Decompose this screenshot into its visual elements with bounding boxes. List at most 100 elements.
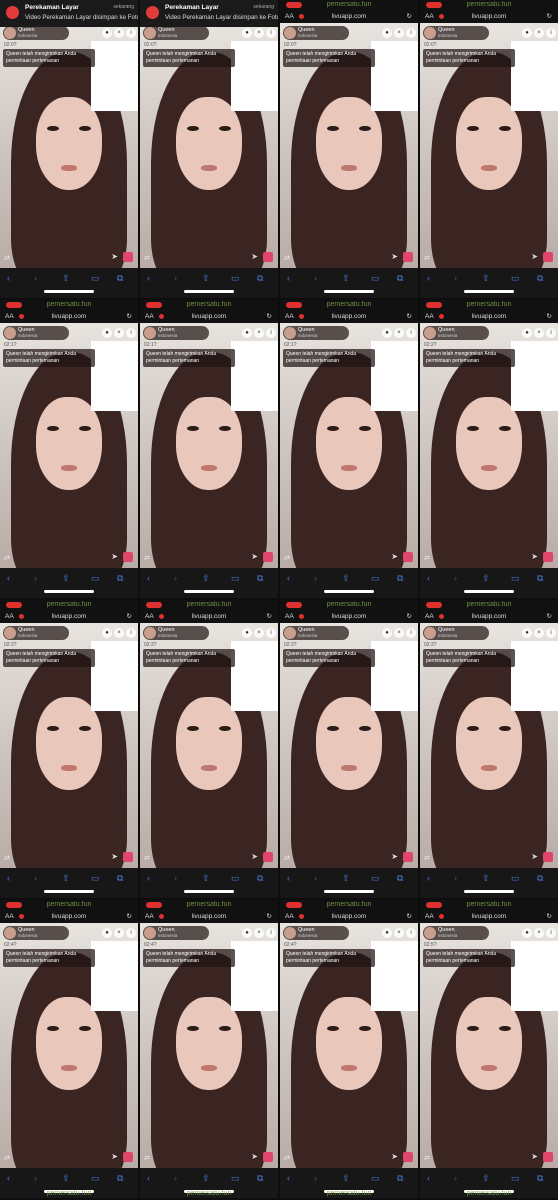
host-avatar[interactable] — [144, 927, 156, 939]
translate-icon[interactable]: ⇄ — [144, 1154, 150, 1162]
reload-icon[interactable]: ↻ — [547, 610, 552, 623]
book-icon[interactable]: ▭ — [371, 573, 380, 584]
host-info-pill[interactable]: Queen indonesia — [143, 626, 209, 640]
close-icon[interactable]: × — [534, 928, 544, 938]
close-icon[interactable]: × — [254, 328, 264, 338]
mic-icon[interactable]: ● — [382, 328, 392, 338]
book-icon[interactable]: ▭ — [511, 873, 520, 884]
tabs-icon[interactable]: ⧉ — [257, 573, 263, 584]
send-icon[interactable]: ➤ — [111, 1152, 118, 1161]
book-icon[interactable]: ▭ — [371, 873, 380, 884]
live-stream-view[interactable]: Queen indonesia ● × i 02:5? Queen telah … — [420, 923, 558, 1168]
host-info-pill[interactable]: Queen indonesia — [283, 626, 349, 640]
mic-icon[interactable]: ● — [242, 328, 252, 338]
tabs-icon[interactable]: ⧉ — [537, 1173, 543, 1184]
book-icon[interactable]: ▭ — [91, 273, 100, 284]
gift-icon[interactable] — [263, 552, 273, 562]
chevron-left-icon[interactable]: ‹ — [7, 1173, 10, 1183]
host-avatar[interactable] — [4, 27, 16, 39]
send-icon[interactable]: ➤ — [251, 852, 258, 861]
info-icon[interactable]: i — [546, 328, 556, 338]
book-icon[interactable]: ▭ — [371, 273, 380, 284]
info-icon[interactable]: i — [126, 928, 136, 938]
info-icon[interactable]: i — [266, 628, 276, 638]
chevron-right-icon[interactable]: › — [34, 1173, 37, 1183]
chevron-left-icon[interactable]: ‹ — [287, 573, 290, 583]
gift-icon[interactable] — [123, 852, 133, 862]
gift-icon[interactable] — [403, 252, 413, 262]
host-info-pill[interactable]: Queen indonesia — [423, 926, 489, 940]
share-icon[interactable]: ⇪ — [62, 573, 70, 584]
live-stream-view[interactable]: Queen indonesia ● × i 02:1? Queen telah … — [140, 323, 278, 568]
url-text[interactable]: livuapp.com — [280, 610, 418, 623]
tabs-icon[interactable]: ⧉ — [537, 573, 543, 584]
close-icon[interactable]: × — [534, 328, 544, 338]
url-text[interactable]: livuapp.com — [0, 910, 138, 923]
share-icon[interactable]: ⇪ — [482, 573, 490, 584]
translate-icon[interactable]: ⇄ — [424, 554, 430, 562]
url-text[interactable]: livuapp.com — [140, 610, 278, 623]
live-stream-view[interactable]: Queen indonesia ● × i 02:3? Queen telah … — [280, 623, 418, 868]
mic-icon[interactable]: ● — [382, 928, 392, 938]
host-info-pill[interactable]: Queen indonesia — [143, 926, 209, 940]
close-icon[interactable]: × — [394, 928, 404, 938]
share-icon[interactable]: ⇪ — [202, 873, 210, 884]
chevron-left-icon[interactable]: ‹ — [147, 273, 150, 283]
host-info-pill[interactable]: Queen indonesia — [143, 326, 209, 340]
share-icon[interactable]: ⇪ — [482, 1173, 490, 1184]
gift-icon[interactable] — [263, 252, 273, 262]
mic-icon[interactable]: ● — [242, 928, 252, 938]
info-icon[interactable]: i — [126, 28, 136, 38]
chevron-right-icon[interactable]: › — [314, 873, 317, 883]
send-icon[interactable]: ➤ — [111, 552, 118, 561]
live-stream-view[interactable]: Queen indonesia ● × i 02:2? Queen telah … — [0, 623, 138, 868]
book-icon[interactable]: ▭ — [231, 573, 240, 584]
host-avatar[interactable] — [284, 927, 296, 939]
tabs-icon[interactable]: ⧉ — [257, 873, 263, 884]
gift-icon[interactable] — [263, 852, 273, 862]
info-icon[interactable]: i — [266, 28, 276, 38]
info-icon[interactable]: i — [546, 628, 556, 638]
tabs-icon[interactable]: ⧉ — [257, 273, 263, 284]
mic-icon[interactable]: ● — [102, 28, 112, 38]
chevron-right-icon[interactable]: › — [174, 873, 177, 883]
live-stream-view[interactable]: Queen indonesia ● × i 02:0? Queen telah … — [280, 23, 418, 268]
send-icon[interactable]: ➤ — [391, 1152, 398, 1161]
host-avatar[interactable] — [4, 327, 16, 339]
host-info-pill[interactable]: Queen indonesia — [423, 626, 489, 640]
url-text[interactable]: livuapp.com — [420, 910, 558, 923]
reload-icon[interactable]: ↻ — [267, 610, 272, 623]
gift-icon[interactable] — [543, 852, 553, 862]
url-text[interactable]: livuapp.com — [420, 610, 558, 623]
chevron-left-icon[interactable]: ‹ — [287, 273, 290, 283]
tabs-icon[interactable]: ⧉ — [397, 873, 403, 884]
share-icon[interactable]: ⇪ — [342, 573, 350, 584]
book-icon[interactable]: ▭ — [91, 1173, 100, 1184]
send-icon[interactable]: ➤ — [251, 552, 258, 561]
browser-address-bar[interactable]: AA livuapp.com ↻ — [0, 310, 138, 323]
reload-icon[interactable]: ↻ — [547, 310, 552, 323]
live-stream-view[interactable]: Queen indonesia ● × i 02:3? Queen telah … — [140, 623, 278, 868]
reload-icon[interactable]: ↻ — [267, 310, 272, 323]
chevron-left-icon[interactable]: ‹ — [7, 273, 10, 283]
gift-icon[interactable] — [403, 1152, 413, 1162]
share-icon[interactable]: ⇪ — [342, 273, 350, 284]
chevron-right-icon[interactable]: › — [454, 273, 457, 283]
chevron-right-icon[interactable]: › — [454, 573, 457, 583]
browser-address-bar[interactable]: AA livuapp.com ↻ — [280, 610, 418, 623]
host-avatar[interactable] — [4, 627, 16, 639]
mic-icon[interactable]: ● — [382, 628, 392, 638]
mic-icon[interactable]: ● — [382, 28, 392, 38]
book-icon[interactable]: ▭ — [91, 573, 100, 584]
close-icon[interactable]: × — [534, 28, 544, 38]
mic-icon[interactable]: ● — [242, 28, 252, 38]
close-icon[interactable]: × — [254, 928, 264, 938]
tabs-icon[interactable]: ⧉ — [537, 273, 543, 284]
tabs-icon[interactable]: ⧉ — [397, 1173, 403, 1184]
host-info-pill[interactable]: Queen indonesia — [3, 26, 69, 40]
host-info-pill[interactable]: Queen indonesia — [3, 626, 69, 640]
live-stream-view[interactable]: Queen indonesia ● × i 02:4? Queen telah … — [140, 923, 278, 1168]
url-text[interactable]: livuapp.com — [0, 610, 138, 623]
tabs-icon[interactable]: ⧉ — [117, 873, 123, 884]
chevron-left-icon[interactable]: ‹ — [427, 1173, 430, 1183]
